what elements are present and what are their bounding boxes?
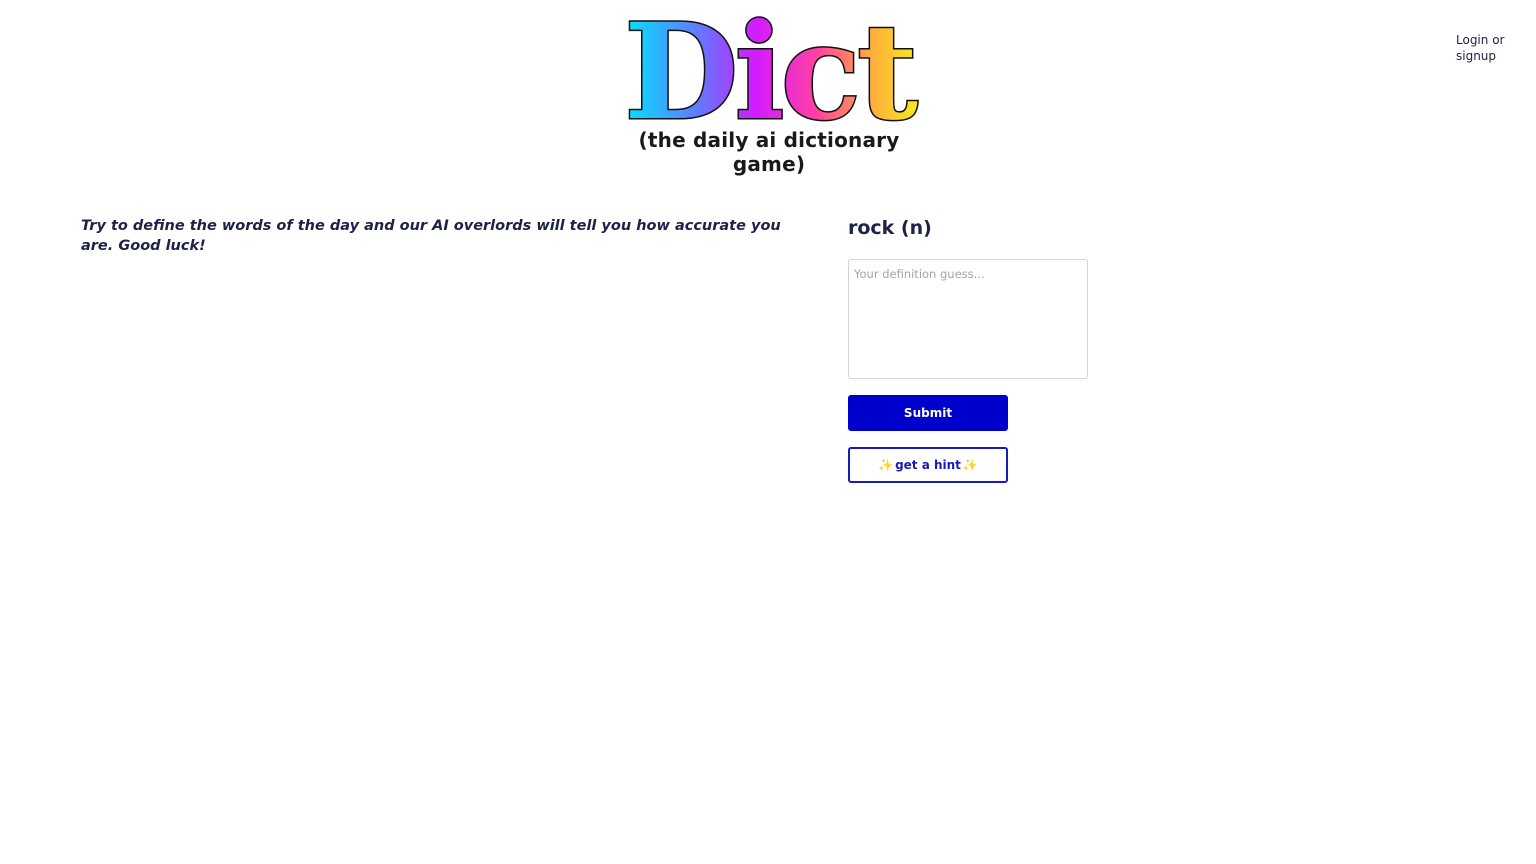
page: Dict (the daily ai dictionary game) Logi… [0,0,1536,864]
get-hint-button[interactable]: ✨ get a hint ✨ [848,447,1008,483]
hint-label: get a hint [895,458,961,472]
logo-wordmark: Dict [624,6,918,130]
submit-button[interactable]: Submit [848,395,1008,431]
word-of-day: rock (n) [848,217,932,239]
sparkles-icon: ✨ [962,458,978,472]
intro-text: Try to define the words of the day and o… [81,218,781,254]
login-signup-link[interactable]: Login or signup [1456,32,1526,64]
logo-tagline: (the daily ai dictionary game) [638,128,900,176]
definition-guess-input[interactable] [848,259,1088,379]
sparkles-icon: ✨ [878,458,894,472]
